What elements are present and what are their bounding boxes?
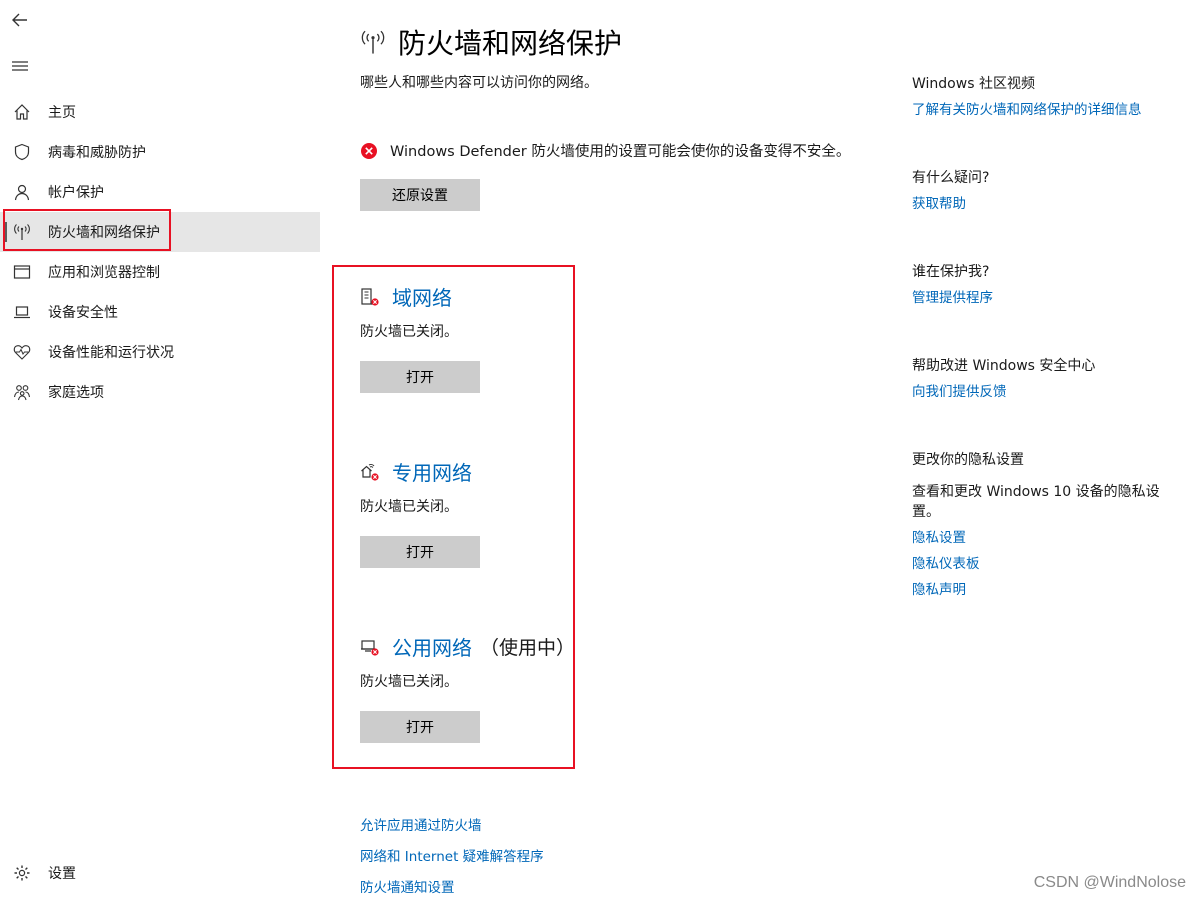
domain-network-turn-on-button[interactable]: 打开 <box>360 361 480 393</box>
domain-network-link[interactable]: 域网络 <box>392 282 452 311</box>
manage-providers-link[interactable]: 管理提供程序 <box>912 288 1162 308</box>
sidebar-item-app-browser-control[interactable]: 应用和浏览器控制 <box>0 252 320 292</box>
shield-icon <box>12 142 32 162</box>
public-network-status: 防火墙已关闭。 <box>360 674 458 690</box>
domain-network-section: 域网络 防火墙已关闭。 打开 <box>360 282 480 393</box>
sidebar-item-label: 设备性能和运行状况 <box>48 345 174 361</box>
network-troubleshooter-link[interactable]: 网络和 Internet 疑难解答程序 <box>360 848 544 879</box>
sidebar-item-virus-protection[interactable]: 病毒和威胁防护 <box>0 132 320 172</box>
sidebar-item-label: 设备安全性 <box>48 305 118 321</box>
heart-pulse-icon <box>12 342 32 362</box>
page-title: 防火墙和网络保护 <box>398 27 623 60</box>
firewall-links: 允许应用通过防火墙 网络和 Internet 疑难解答程序 防火墙通知设置 <box>360 817 544 900</box>
restore-settings-button[interactable]: 还原设置 <box>360 179 480 211</box>
sidebar-item-home[interactable]: 主页 <box>0 92 320 132</box>
privacy-section: 更改你的隐私设置 查看和更改 Windows 10 设备的隐私设置。 隐私设置 … <box>912 450 1162 600</box>
sidebar-item-label: 主页 <box>48 105 76 121</box>
sidebar-item-label: 病毒和威胁防护 <box>48 145 146 161</box>
public-network-section: 公用网络 （使用中） 防火墙已关闭。 打开 <box>360 632 575 743</box>
sidebar-item-settings[interactable]: 设置 <box>0 853 320 893</box>
in-use-label: （使用中） <box>480 637 576 659</box>
antenna-icon <box>360 29 386 55</box>
community-title: Windows 社区视频 <box>912 76 1035 92</box>
home-icon <box>12 102 32 122</box>
sidebar-item-device-performance[interactable]: 设备性能和运行状况 <box>0 332 320 372</box>
private-network-section: 专用网络 防火墙已关闭。 打开 <box>360 457 480 568</box>
domain-network-status: 防火墙已关闭。 <box>360 324 458 340</box>
privacy-statement-link[interactable]: 隐私声明 <box>912 580 1162 600</box>
sidebar-item-firewall[interactable]: 防火墙和网络保护 <box>0 212 320 252</box>
question-title: 有什么疑问? <box>912 170 990 186</box>
antenna-icon <box>12 222 32 242</box>
settings-label: 设置 <box>48 866 76 882</box>
private-network-icon <box>361 463 379 481</box>
back-button[interactable] <box>8 8 32 32</box>
community-section: Windows 社区视频 了解有关防火墙和网络保护的详细信息 <box>912 74 1162 120</box>
protector-section: 谁在保护我? 管理提供程序 <box>912 262 1162 308</box>
sidebar-item-account-protection[interactable]: 帐户保护 <box>0 172 320 212</box>
protector-title: 谁在保护我? <box>912 264 990 280</box>
page-subtitle: 哪些人和哪些内容可以访问你的网络。 <box>360 75 598 91</box>
back-arrow-icon <box>12 13 27 27</box>
sidebar-item-device-security[interactable]: 设备安全性 <box>0 292 320 332</box>
privacy-description: 查看和更改 Windows 10 设备的隐私设置。 <box>912 484 1160 520</box>
sidebar-item-family-options[interactable]: 家庭选项 <box>0 372 320 412</box>
error-icon <box>361 142 377 159</box>
sidebar-item-label: 防火墙和网络保护 <box>48 225 160 241</box>
watermark: CSDN @WindNolose <box>1033 874 1186 891</box>
public-network-icon <box>361 639 379 656</box>
private-network-status: 防火墙已关闭。 <box>360 499 458 515</box>
menu-button[interactable] <box>8 54 32 78</box>
allow-app-through-firewall-link[interactable]: 允许应用通过防火墙 <box>360 817 544 848</box>
privacy-dashboard-link[interactable]: 隐私仪表板 <box>912 554 1162 574</box>
sidebar-item-label: 家庭选项 <box>48 385 104 401</box>
give-feedback-link[interactable]: 向我们提供反馈 <box>912 382 1162 402</box>
person-icon <box>12 182 32 202</box>
laptop-icon <box>12 302 32 322</box>
domain-network-icon <box>361 287 379 306</box>
sidebar-item-label: 应用和浏览器控制 <box>48 265 160 281</box>
sidebar-item-label: 帐户保护 <box>48 185 104 201</box>
private-network-link[interactable]: 专用网络 <box>392 457 472 486</box>
gear-icon <box>12 863 32 883</box>
question-section: 有什么疑问? 获取帮助 <box>912 168 1162 214</box>
page-header: 防火墙和网络保护 <box>360 22 622 62</box>
privacy-title: 更改你的隐私设置 <box>912 452 1024 468</box>
public-network-turn-on-button[interactable]: 打开 <box>360 711 480 743</box>
firewall-notification-settings-link[interactable]: 防火墙通知设置 <box>360 879 544 900</box>
get-help-link[interactable]: 获取帮助 <box>912 194 1162 214</box>
privacy-settings-link[interactable]: 隐私设置 <box>912 528 1162 548</box>
improve-section: 帮助改进 Windows 安全中心 向我们提供反馈 <box>912 356 1162 402</box>
improve-title: 帮助改进 Windows 安全中心 <box>912 358 1096 374</box>
warning-text: Windows Defender 防火墙使用的设置可能会使你的设备变得不安全。 <box>390 144 851 160</box>
sidebar-nav: 主页 病毒和威胁防护 帐户保护 防火墙和网络保护 应用和浏览器控制 设备安全性 … <box>0 92 320 412</box>
public-network-link[interactable]: 公用网络 <box>392 632 472 661</box>
learn-more-link[interactable]: 了解有关防火墙和网络保护的详细信息 <box>912 100 1162 120</box>
warning-banner: Windows Defender 防火墙使用的设置可能会使你的设备变得不安全。 <box>360 140 850 161</box>
family-icon <box>12 382 32 402</box>
hamburger-icon <box>12 61 28 71</box>
browser-window-icon <box>12 262 32 282</box>
private-network-turn-on-button[interactable]: 打开 <box>360 536 480 568</box>
